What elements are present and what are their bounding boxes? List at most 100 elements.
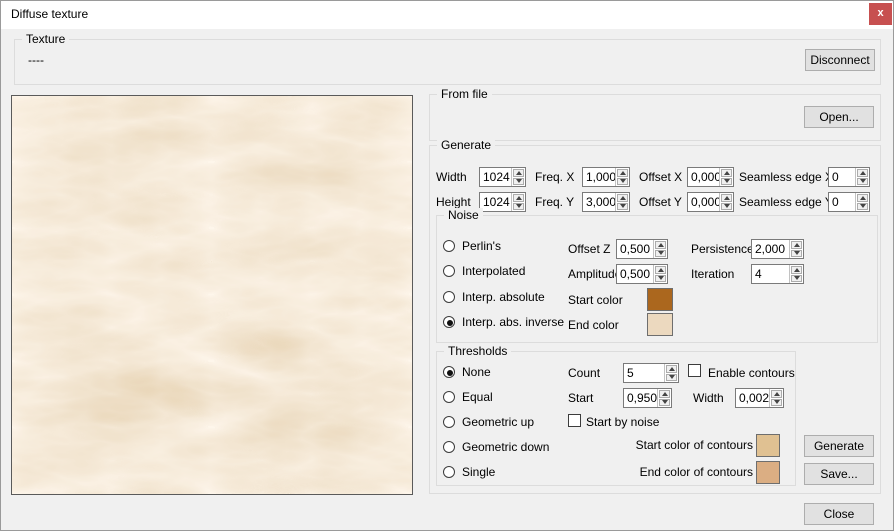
close-button[interactable]: Close — [804, 503, 874, 525]
persistence-field[interactable]: 2,000 — [751, 239, 804, 259]
offset-y-field[interactable]: 0,000 — [687, 192, 734, 212]
from-file-group-label: From file — [437, 87, 492, 101]
count-spinner[interactable] — [664, 364, 678, 382]
width-label: Width — [436, 170, 467, 185]
freq-x-label: Freq. X — [535, 170, 574, 185]
enable-contours-checkbox[interactable] — [688, 364, 701, 377]
seamless-y-label: Seamless edge Y — [739, 195, 833, 210]
generate-button[interactable]: Generate — [804, 435, 874, 457]
spin-down-button — [655, 275, 666, 283]
spin-up-button — [666, 365, 677, 373]
radio-interp-abs-inverse[interactable]: Interp. abs. inverse — [443, 315, 564, 329]
freq-x-spinner[interactable] — [615, 168, 629, 186]
count-label: Count — [568, 366, 600, 381]
open-button[interactable]: Open... — [804, 106, 874, 128]
radio-geometric-up[interactable]: Geometric up — [443, 415, 534, 429]
contour-width-field[interactable]: 0,002 — [735, 388, 784, 408]
iteration-field[interactable]: 4 — [751, 264, 804, 284]
spin-down-button — [791, 250, 802, 258]
radio-circle[interactable] — [443, 291, 455, 303]
seamless-y-field[interactable]: 0 — [828, 192, 870, 212]
offset-z-label: Offset Z — [568, 242, 610, 257]
spin-up-button — [721, 169, 732, 177]
contour-start-color-swatch[interactable] — [756, 434, 780, 457]
noise-group-label: Noise — [444, 208, 483, 222]
texture-source-value: ---- — [28, 53, 44, 68]
contour-width-spinner[interactable] — [769, 389, 783, 407]
spin-up-button — [513, 169, 524, 177]
texture-group: Texture ---- Disconnect — [14, 39, 881, 85]
spin-up-button — [617, 169, 628, 177]
start-field[interactable]: 0,950 — [623, 388, 672, 408]
texture-group-label: Texture — [22, 32, 69, 46]
offset-x-spinner[interactable] — [719, 168, 733, 186]
save-button[interactable]: Save... — [804, 463, 874, 485]
spin-down-button — [666, 374, 677, 382]
persistence-spinner[interactable] — [789, 240, 803, 258]
height-field[interactable]: 1024 — [479, 192, 526, 212]
spin-down-button — [857, 178, 868, 186]
width-spinner[interactable] — [511, 168, 525, 186]
radio-circle[interactable] — [443, 441, 455, 453]
iteration-label: Iteration — [691, 267, 734, 282]
freq-x-field[interactable]: 1,000 — [582, 167, 630, 187]
start-spinner[interactable] — [657, 389, 671, 407]
offset-y-spinner[interactable] — [719, 193, 733, 211]
spin-up-button — [857, 169, 868, 177]
disconnect-button[interactable]: Disconnect — [805, 49, 875, 71]
spin-up-button — [659, 390, 670, 398]
seamless-y-spinner[interactable] — [855, 193, 869, 211]
end-color-swatch[interactable] — [647, 313, 673, 336]
radio-equal[interactable]: Equal — [443, 390, 493, 404]
iteration-spinner[interactable] — [789, 265, 803, 283]
count-field[interactable]: 5 — [623, 363, 679, 383]
height-spinner[interactable] — [511, 193, 525, 211]
amplitude-spinner[interactable] — [653, 265, 667, 283]
radio-circle-selected[interactable] — [443, 316, 455, 328]
radio-circle[interactable] — [443, 416, 455, 428]
radio-circle-selected[interactable] — [443, 366, 455, 378]
radio-geometric-down[interactable]: Geometric down — [443, 440, 549, 454]
freq-y-field[interactable]: 3,000 — [582, 192, 630, 212]
window-close-button[interactable]: x — [869, 3, 892, 25]
offset-z-field[interactable]: 0,500 — [616, 239, 668, 259]
radio-circle[interactable] — [443, 391, 455, 403]
radio-circle[interactable] — [443, 466, 455, 478]
contour-end-color-swatch[interactable] — [756, 461, 780, 484]
radio-perlins[interactable]: Perlin's — [443, 239, 501, 253]
start-color-label: Start color — [568, 293, 623, 308]
spin-up-button — [513, 194, 524, 202]
spin-down-button — [721, 203, 732, 211]
spin-up-button — [791, 266, 802, 274]
spin-down-button — [617, 203, 628, 211]
spin-up-button — [791, 241, 802, 249]
seamless-x-spinner[interactable] — [855, 168, 869, 186]
radio-circle[interactable] — [443, 240, 455, 252]
spin-down-button — [617, 178, 628, 186]
spin-down-button — [771, 399, 782, 407]
width-field[interactable]: 1024 — [479, 167, 526, 187]
seamless-x-field[interactable]: 0 — [828, 167, 870, 187]
radio-interpolated[interactable]: Interpolated — [443, 264, 525, 278]
radio-none[interactable]: None — [443, 365, 491, 379]
amplitude-field[interactable]: 0,500 — [616, 264, 668, 284]
spin-up-button — [655, 266, 666, 274]
title-bar: Diffuse texture — [1, 1, 893, 29]
spin-down-button — [659, 399, 670, 407]
spin-down-button — [513, 178, 524, 186]
noise-group: Noise Perlin's Interpolated Interp. abso… — [436, 215, 878, 343]
freq-y-spinner[interactable] — [615, 193, 629, 211]
spin-up-button — [857, 194, 868, 202]
from-file-group: From file Open... — [429, 94, 881, 141]
freq-y-label: Freq. Y — [535, 195, 574, 210]
generate-group: Generate Width 1024 Freq. X 1,000 Offset… — [429, 145, 881, 494]
start-color-swatch[interactable] — [647, 288, 673, 311]
spin-up-button — [617, 194, 628, 202]
offset-x-field[interactable]: 0,000 — [687, 167, 734, 187]
start-by-noise-checkbox[interactable] — [568, 414, 581, 427]
spin-down-button — [513, 203, 524, 211]
radio-interp-absolute[interactable]: Interp. absolute — [443, 290, 545, 304]
offset-z-spinner[interactable] — [653, 240, 667, 258]
radio-single[interactable]: Single — [443, 465, 495, 479]
radio-circle[interactable] — [443, 265, 455, 277]
